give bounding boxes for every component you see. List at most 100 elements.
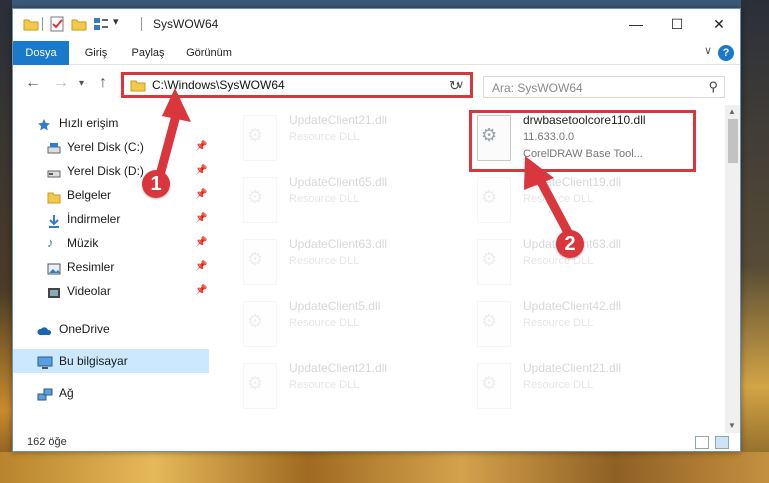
search-icon[interactable]: ⚲ <box>708 79 718 95</box>
pin-icon[interactable]: 📌 <box>195 207 207 231</box>
pin-icon[interactable]: 📌 <box>195 183 207 207</box>
scroll-down-icon[interactable]: ▼ <box>728 421 736 430</box>
sidebar-item-onedrive[interactable]: OneDrive <box>13 317 209 341</box>
file-item[interactable]: ⚙ UpdateClient21.dll Resource DLL <box>237 111 469 171</box>
refresh-icon[interactable]: ↻ <box>449 78 460 94</box>
pin-icon[interactable]: 📌 <box>195 159 207 183</box>
file-type: Resource DLL <box>523 193 594 205</box>
tab-home[interactable]: Giriş <box>73 41 119 65</box>
address-folder-icon <box>130 77 146 96</box>
drive-icon <box>47 164 61 178</box>
title-bar: ▾ SysWOW64 — ☐ ✕ <box>13 9 740 39</box>
videos-icon <box>47 284 61 298</box>
gear-icon: ⚙ <box>481 373 498 393</box>
cloud-icon <box>37 322 52 336</box>
gear-icon: ⚙ <box>247 187 264 207</box>
download-icon <box>47 212 61 228</box>
gear-icon: ⚙ <box>481 187 498 207</box>
file-name: UpdateClient63.dll <box>289 237 388 251</box>
close-button[interactable]: ✕ <box>696 9 740 39</box>
help-button[interactable]: ? <box>718 45 734 61</box>
sidebar-item-label: OneDrive <box>59 322 110 336</box>
file-highlight-box <box>469 110 696 172</box>
desktop-background-right <box>741 0 769 483</box>
address-bar[interactable]: C:\Windows\SysWOW64 ∨ <box>121 72 473 98</box>
tab-view[interactable]: Görünüm <box>179 41 239 65</box>
tab-share[interactable]: Paylaş <box>123 41 173 65</box>
new-folder-icon[interactable] <box>71 16 87 32</box>
file-type: Resource DLL <box>523 379 594 391</box>
sidebar-item-quick-access[interactable]: Hızlı erişim <box>13 111 209 135</box>
tab-file[interactable]: Dosya <box>13 41 69 65</box>
file-type: Resource DLL <box>289 317 360 329</box>
separator <box>42 17 43 31</box>
sidebar-item-label: Ağ <box>59 386 74 400</box>
folder-icon <box>23 16 39 32</box>
search-input[interactable]: Ara: SysWOW64 ⚲ <box>483 76 725 98</box>
pictures-icon <box>47 260 61 275</box>
scroll-thumb[interactable] <box>728 119 738 163</box>
file-item[interactable]: ⚙ UpdateClient21.dll Resource DLL <box>471 359 703 419</box>
gear-icon: ⚙ <box>247 311 264 331</box>
scroll-up-icon[interactable]: ▲ <box>728 107 736 116</box>
file-name: UpdateClient5.dll <box>289 299 381 313</box>
file-item[interactable]: ⚙ UpdateClient21.dll Resource DLL <box>237 359 469 419</box>
file-item[interactable]: ⚙ UpdateClient63.dll Resource DLL <box>237 235 469 295</box>
sidebar-item-this-pc[interactable]: Bu bilgisayar <box>13 349 209 373</box>
recent-locations-icon[interactable]: ▾ <box>79 78 84 89</box>
explorer-window: ▾ SysWOW64 — ☐ ✕ Dosya Giriş Paylaş Görü… <box>12 8 741 452</box>
pin-icon[interactable]: 📌 <box>195 279 207 303</box>
address-path: C:\Windows\SysWOW64 <box>152 78 285 92</box>
sidebar-item-local-disk-d[interactable]: Yerel Disk (D:) 📌 <box>13 159 209 183</box>
sidebar-item-label: Belgeler <box>67 188 112 202</box>
file-name: UpdateClient21.dll <box>289 113 388 127</box>
annotation-marker-2: 2 <box>556 230 584 258</box>
file-type: Resource DLL <box>289 379 360 391</box>
gear-icon: ⚙ <box>247 249 264 269</box>
search-placeholder: Ara: SysWOW64 <box>492 81 583 95</box>
file-type: Resource DLL <box>523 255 594 267</box>
sidebar-item-videos[interactable]: Videolar 📌 <box>13 279 209 303</box>
sidebar-item-downloads[interactable]: İndirmeler 📌 <box>13 207 209 231</box>
file-item[interactable]: ⚙ UpdateClient42.dll Resource DLL <box>471 297 703 357</box>
file-item[interactable]: ⚙ UpdateClient5.dll Resource DLL <box>237 297 469 357</box>
sidebar-item-label: Müzik <box>67 236 99 250</box>
forward-arrow-icon[interactable]: → <box>53 74 69 92</box>
computer-icon <box>37 354 53 369</box>
file-item[interactable]: ⚙ UpdateClient63.dll Resource DLL <box>471 235 703 295</box>
vertical-scrollbar[interactable]: ▲ ▼ <box>725 105 740 433</box>
pin-icon[interactable]: 📌 <box>195 255 207 279</box>
minimize-button[interactable]: — <box>613 9 659 39</box>
status-bar: 162 öğe <box>13 433 740 451</box>
desktop-background-bottom <box>0 452 769 483</box>
sidebar-item-pictures[interactable]: Resimler 📌 <box>13 255 209 279</box>
sidebar-item-label: Resimler <box>67 260 115 274</box>
network-icon <box>37 386 53 401</box>
documents-icon <box>47 188 61 204</box>
sidebar-item-label: İndirmeler <box>67 212 121 226</box>
qa-dropdown-icon[interactable]: ▾ <box>113 15 119 31</box>
maximize-button[interactable]: ☐ <box>654 9 700 39</box>
gear-icon: ⚙ <box>247 125 264 145</box>
pin-icon[interactable]: 📌 <box>195 231 207 255</box>
ribbon-expand-icon[interactable]: ∨ <box>704 44 712 57</box>
sidebar-item-local-disk-c[interactable]: Yerel Disk (C:) 📌 <box>13 135 209 159</box>
large-icons-view-icon[interactable] <box>715 436 729 449</box>
up-arrow-icon[interactable]: ↑ <box>99 74 107 92</box>
music-icon: ♪ <box>47 235 54 250</box>
sidebar-item-label: Bu bilgisayar <box>59 354 128 368</box>
details-view-icon[interactable] <box>695 436 709 449</box>
properties-icon[interactable] <box>49 16 65 32</box>
pin-icon[interactable]: 📌 <box>195 135 207 159</box>
sidebar-item-documents[interactable]: Belgeler 📌 <box>13 183 209 207</box>
file-item[interactable]: ⚙ UpdateClient65.dll Resource DLL <box>237 173 469 233</box>
gear-icon: ⚙ <box>481 311 498 331</box>
back-arrow-icon[interactable]: ← <box>25 74 41 92</box>
navigation-bar: ← → ▾ ↑ C:\Windows\SysWOW64 ∨ ↻ Ara: Sys… <box>13 66 740 102</box>
sidebar-item-network[interactable]: Ağ <box>13 381 209 405</box>
file-item[interactable]: ⚙ UpdateClient19.dll Resource DLL <box>471 173 703 233</box>
view-options-icon[interactable] <box>93 16 109 32</box>
file-name: UpdateClient42.dll <box>523 299 622 313</box>
window-title: SysWOW64 <box>153 17 219 31</box>
sidebar-item-music[interactable]: ♪ Müzik 📌 <box>13 231 209 255</box>
